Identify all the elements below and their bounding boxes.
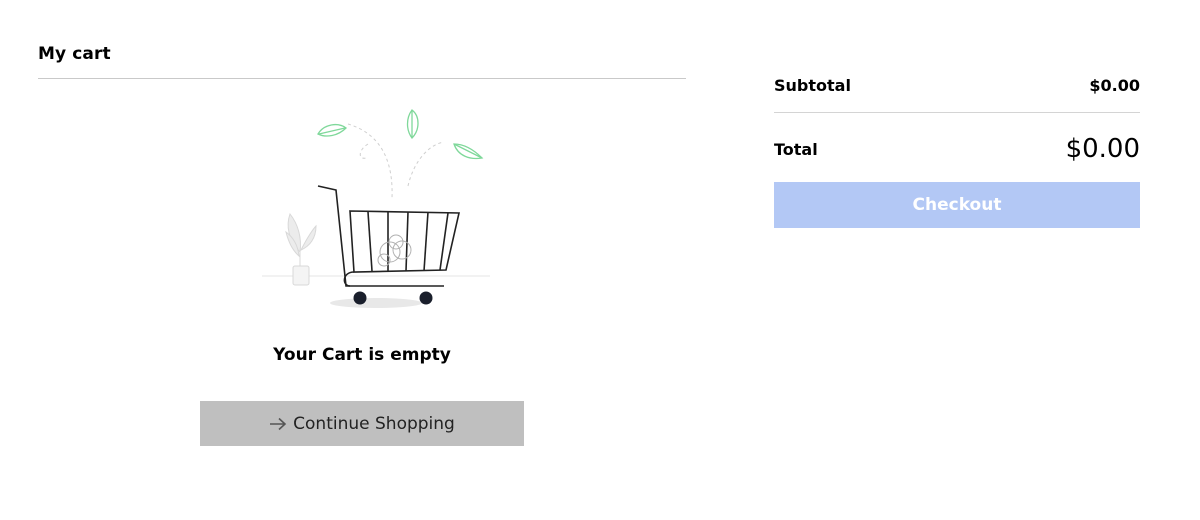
empty-cart-message: Your Cart is empty	[273, 345, 451, 365]
total-row: Total $0.00	[774, 133, 1140, 165]
subtotal-row: Subtotal $0.00	[774, 72, 1140, 98]
checkout-button[interactable]: Checkout	[774, 182, 1140, 228]
cart-title: My cart	[38, 44, 111, 64]
plant-icon	[285, 212, 317, 286]
order-summary: Subtotal $0.00 Total $0.00 Checkout	[774, 0, 1140, 520]
cart-panel: My cart Your Cart is empty Continue Shop…	[38, 0, 686, 520]
cart-icon	[317, 185, 460, 287]
arrow-right-icon	[269, 417, 287, 431]
summary-divider	[774, 112, 1140, 113]
empty-cart-illustration	[218, 100, 508, 320]
leaf-icon	[317, 109, 484, 160]
continue-shopping-button[interactable]: Continue Shopping	[200, 401, 524, 446]
total-value: $0.00	[1065, 134, 1140, 164]
continue-shopping-label: Continue Shopping	[293, 413, 455, 434]
subtotal-value: $0.00	[1089, 75, 1140, 95]
total-label: Total	[774, 139, 818, 159]
subtotal-label: Subtotal	[774, 75, 851, 95]
cart-divider	[38, 78, 686, 79]
